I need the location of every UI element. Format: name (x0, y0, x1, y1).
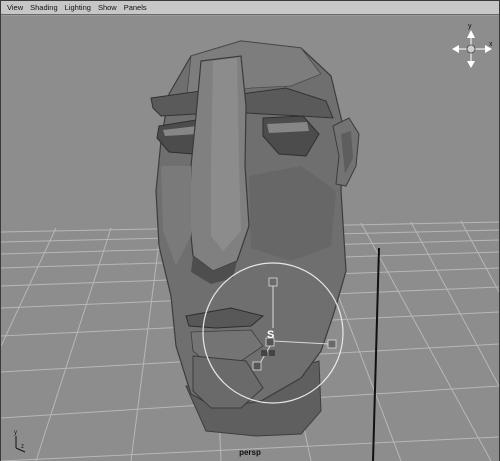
perspective-viewport[interactable]: S y x y z persp (1, 16, 499, 461)
menu-view[interactable]: View (7, 3, 23, 12)
viewport-canvas[interactable]: S y x y z (1, 16, 499, 461)
viewport-menubar: View Shading Lighting Show Panels (1, 1, 499, 15)
manipulator-label: S (267, 329, 274, 341)
menu-shading[interactable]: Shading (30, 3, 58, 12)
grid-axis-line (372, 247, 380, 461)
menu-lighting[interactable]: Lighting (65, 3, 91, 12)
camera-label: persp (239, 448, 261, 457)
gizmo-x-label: x (489, 41, 493, 48)
gizmo-y-label: y (468, 23, 472, 30)
corner-axis-y-label: y (14, 430, 17, 436)
menu-show[interactable]: Show (98, 3, 117, 12)
menu-panels[interactable]: Panels (124, 3, 147, 12)
view-orientation-gizmo[interactable]: y x (452, 23, 493, 68)
maya-viewport-window: View Shading Lighting Show Panels S y x … (0, 0, 500, 461)
